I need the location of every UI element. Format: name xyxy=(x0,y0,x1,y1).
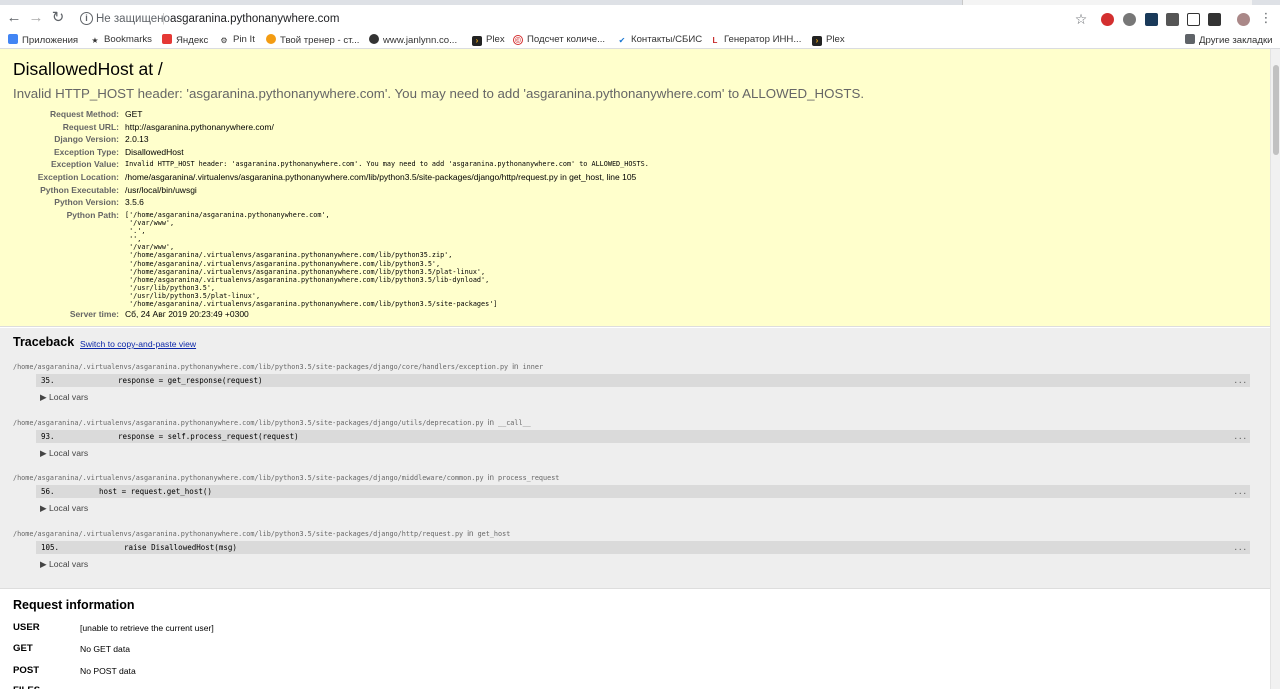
extension-c-icon[interactable] xyxy=(1166,13,1179,26)
bookmark-plex-1[interactable]: › Plex xyxy=(472,34,505,46)
bookmark-other[interactable]: Другие закладки xyxy=(1185,34,1273,47)
traceback-frame: /home/asgaranina/.virtualenvs/asgaranina… xyxy=(0,529,1270,584)
frame-filename: /home/asgaranina/.virtualenvs/asgaranina… xyxy=(13,362,544,371)
request-information-section: Request information USER [unable to retri… xyxy=(0,590,1270,689)
local-vars-toggle[interactable]: ▶ Local vars xyxy=(40,559,88,570)
plex-icon: › xyxy=(472,36,482,46)
traceback-section: Traceback Switch to copy-and-paste view … xyxy=(0,328,1270,589)
bookmark-janlynn[interactable]: www.janlynn.co... xyxy=(369,34,457,47)
inn-icon: L xyxy=(712,36,718,45)
profile-avatar-icon[interactable] xyxy=(1237,13,1250,26)
switch-copy-paste-link[interactable]: Switch to copy-and-paste view xyxy=(80,339,196,349)
bookmark-counter[interactable]: © Подсчет количе... xyxy=(513,34,605,46)
reload-button[interactable]: ↻ xyxy=(50,10,66,26)
extension-y-icon[interactable] xyxy=(1145,13,1158,26)
traceback-frame: /home/asgaranina/.virtualenvs/asgaranina… xyxy=(0,362,1270,417)
address-bar[interactable]: i Не защищено | asgaranina.pythonanywher… xyxy=(72,10,1072,28)
extension-hash-icon[interactable] xyxy=(1187,13,1200,26)
info-icon[interactable]: i xyxy=(80,12,93,25)
python-path-value: ['/home/asgaranina/asgaranina.pythonanyw… xyxy=(125,211,498,309)
insecure-label: Не защищено xyxy=(96,13,170,25)
bookmark-bookmarks[interactable]: ★ Bookmarks xyxy=(90,34,152,46)
page-scrollbar[interactable] xyxy=(1270,49,1280,689)
address-separator: | xyxy=(162,13,165,25)
gear-icon: ⚙ xyxy=(220,36,228,45)
bookmark-trainer[interactable]: Твой тренер - ст... xyxy=(266,34,359,47)
expand-context-button[interactable]: ... xyxy=(1233,374,1247,387)
extension-check-icon[interactable] xyxy=(1208,13,1221,26)
local-vars-toggle[interactable]: ▶ Local vars xyxy=(40,392,88,403)
page-content: DisallowedHost at / Invalid HTTP_HOST he… xyxy=(0,49,1270,689)
local-vars-toggle[interactable]: ▶ Local vars xyxy=(40,448,88,459)
request-info-title: Request information xyxy=(13,598,135,612)
bookmark-inn[interactable]: L Генератор ИНН... xyxy=(710,34,802,46)
traceback-frame: /home/asgaranina/.virtualenvs/asgaranina… xyxy=(0,418,1270,473)
frame-filename: /home/asgaranina/.virtualenvs/asgaranina… xyxy=(13,417,531,427)
frame-filename: /home/asgaranina/.virtualenvs/asgaranina… xyxy=(13,473,560,482)
bookmark-plex-2[interactable]: › Plex xyxy=(812,34,845,46)
forward-icon: → xyxy=(28,9,44,26)
forward-button[interactable]: → xyxy=(28,10,44,26)
error-summary: DisallowedHost at / Invalid HTTP_HOST he… xyxy=(0,49,1270,327)
extension-ghost-icon[interactable] xyxy=(1123,13,1136,26)
exception-message: Invalid HTTP_HOST header: 'asgaranina.py… xyxy=(13,86,865,101)
globe-icon xyxy=(369,34,379,44)
back-button[interactable]: ← xyxy=(6,10,22,26)
frame-context-line[interactable]: 35. response = get_response(request)... xyxy=(36,374,1250,387)
browser-toolbar: ← → ↻ i Не защищено | asgaranina.pythona… xyxy=(0,5,1280,31)
extension-abp-icon[interactable] xyxy=(1101,13,1114,26)
apps-grid-icon xyxy=(8,34,18,44)
star-icon: ★ xyxy=(91,36,99,45)
star-icon: ☆ xyxy=(1074,11,1088,27)
bookmark-pinit[interactable]: ⚙ Pin It xyxy=(219,34,254,46)
traceback-frame: /home/asgaranina/.virtualenvs/asgaranina… xyxy=(0,473,1270,528)
plex-icon: › xyxy=(812,36,822,46)
trainer-icon xyxy=(266,34,276,44)
kebab-menu-icon: ⋮ xyxy=(1259,10,1273,25)
back-icon: ← xyxy=(6,9,22,26)
frame-context-line[interactable]: 93. response = self.process_request(reque… xyxy=(36,429,1250,443)
bookmark-yandex[interactable]: Яндекс xyxy=(162,34,208,47)
expand-context-button[interactable]: ... xyxy=(1233,541,1247,554)
frame-filename: /home/asgaranina/.virtualenvs/asgaranina… xyxy=(13,528,511,538)
frame-context-line[interactable]: 56. host = request.get_host()... xyxy=(36,485,1250,498)
bookmark-apps[interactable]: Приложения xyxy=(8,34,78,47)
reload-icon: ↻ xyxy=(51,9,65,26)
url-text[interactable]: asgaranina.pythonanywhere.com xyxy=(170,10,339,28)
bookmark-star-button[interactable]: ☆ xyxy=(1073,11,1089,27)
traceback-title: Traceback xyxy=(13,335,75,349)
error-title: DisallowedHost at / xyxy=(13,59,163,79)
frame-context-line[interactable]: 105. raise DisallowedHost(msg)... xyxy=(36,540,1250,554)
scrollbar-thumb[interactable] xyxy=(1273,65,1279,155)
local-vars-toggle[interactable]: ▶ Local vars xyxy=(40,503,88,514)
bookmark-sbis[interactable]: ✔ Контакты/СБИС xyxy=(617,34,703,46)
menu-button[interactable]: ⋮ xyxy=(1258,10,1274,26)
expand-context-button[interactable]: ... xyxy=(1233,485,1247,498)
bookmarks-bar: Приложения ★ Bookmarks Яндекс ⚙ Pin It Тво… xyxy=(0,31,1280,49)
copyright-icon: © xyxy=(513,35,523,45)
yandex-icon xyxy=(162,34,172,44)
expand-context-button[interactable]: ... xyxy=(1233,430,1247,443)
sbis-icon: ✔ xyxy=(618,36,626,45)
folder-icon xyxy=(1185,34,1195,44)
